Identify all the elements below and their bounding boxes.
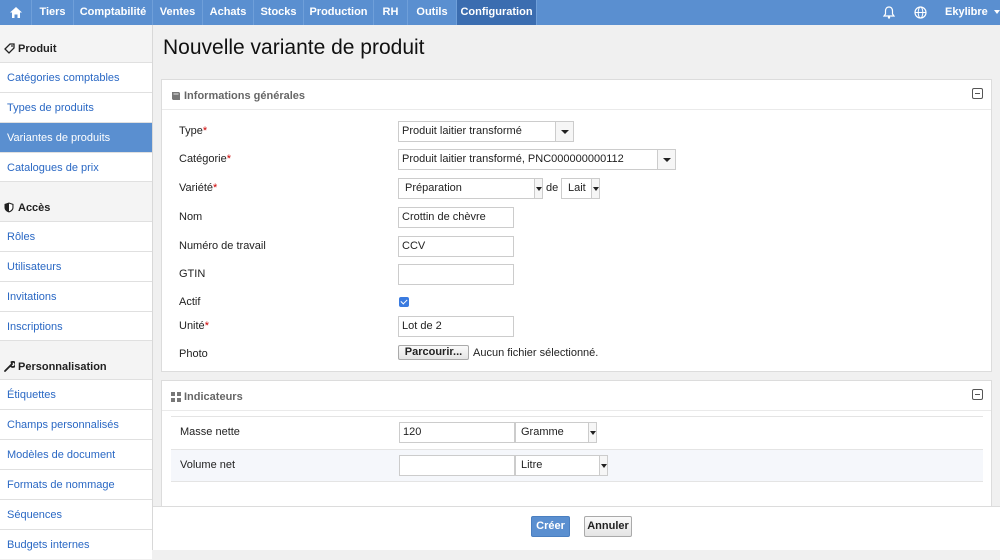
sidebar-item-champs-personnalises[interactable]: Champs personnalisés (0, 409, 152, 439)
home-icon[interactable] (0, 0, 32, 25)
photo-label: Photo (179, 348, 208, 360)
sidebar-section-title: Personnalisation (18, 361, 107, 373)
general-info-panel: Informations générales Type* Produit lai… (161, 79, 992, 372)
unit-select-value: Litre (521, 459, 543, 471)
active-checkbox[interactable] (399, 297, 409, 307)
type-select[interactable]: Produit laitier transformé (398, 121, 574, 142)
variety-of-label: de (546, 182, 559, 194)
net-volume-input[interactable] (399, 455, 515, 476)
panel-title: Indicateurs (184, 391, 243, 403)
user-menu[interactable]: Ekylibre (945, 0, 1000, 25)
book-icon (171, 91, 181, 104)
tag-icon (4, 43, 15, 54)
chevron-down-icon (599, 456, 607, 475)
sidebar-section-title: Produit (18, 43, 57, 55)
browse-button[interactable]: Parcourir... (398, 345, 469, 360)
type-label: Type* (179, 125, 208, 137)
create-button[interactable]: Créer (531, 516, 570, 537)
collapse-icon[interactable] (972, 389, 983, 400)
category-label: Catégorie* (179, 153, 231, 165)
sidebar-section-title: Accès (18, 202, 51, 214)
variety-select-value: Préparation (405, 182, 462, 194)
variety-label: Variété* (179, 182, 218, 194)
sidebar-item-inscriptions[interactable]: Inscriptions (0, 311, 152, 341)
derivative-select-value: Lait (568, 182, 586, 194)
cancel-button[interactable]: Annuler (584, 516, 632, 537)
sidebar-item-types-de-produits[interactable]: Types de produits (0, 92, 152, 122)
sidebar-item-roles[interactable]: Rôles (0, 221, 152, 251)
derivative-select[interactable]: Lait (561, 178, 600, 199)
variety-select[interactable]: Préparation (398, 178, 543, 199)
sidebar-item-etiquettes[interactable]: Étiquettes (0, 379, 152, 409)
indicator-label: Masse nette (180, 426, 240, 438)
work-number-label: Numéro de travail (179, 240, 266, 252)
sidebar-item-variantes-de-produits[interactable]: Variantes de produits (0, 122, 152, 152)
chevron-down-icon (993, 10, 1000, 15)
sidebar-item-modeles-de-document[interactable]: Modèles de document (0, 439, 152, 469)
main-content: Nouvelle variante de produit Information… (153, 25, 1000, 550)
gtin-input[interactable] (398, 264, 514, 285)
nav-outils[interactable]: Outils (408, 0, 457, 25)
chevron-down-icon (534, 179, 542, 198)
type-select-value: Produit laitier transformé (402, 125, 522, 137)
sidebar-item-budgets-internes[interactable]: Budgets internes (0, 529, 152, 559)
grid-icon (171, 392, 181, 405)
collapse-icon[interactable] (972, 88, 983, 99)
wrench-icon (4, 360, 17, 372)
indicators-panel: Indicateurs Masse nette 120 Gramme Volum… (161, 380, 992, 507)
sidebar: Produit Catégories comptables Types de p… (0, 25, 153, 559)
nav-tiers[interactable]: Tiers (32, 0, 74, 25)
sidebar-section-personnalisation: Personnalisation (0, 360, 152, 373)
name-input[interactable]: Crottin de chèvre (398, 207, 514, 228)
nav-achats[interactable]: Achats (203, 0, 254, 25)
nav-configuration[interactable]: Configuration (457, 0, 537, 25)
nav-comptabilite[interactable]: Comptabilité (74, 0, 153, 25)
page-title: Nouvelle variante de produit (163, 36, 425, 59)
sidebar-item-categories-comptables[interactable]: Catégories comptables (0, 62, 152, 92)
sidebar-item-utilisateurs[interactable]: Utilisateurs (0, 251, 152, 281)
sidebar-section-acces: Accès (0, 202, 152, 214)
form-actions (153, 506, 1000, 550)
required-mark: * (202, 125, 208, 137)
net-mass-unit-select[interactable]: Gramme (515, 422, 597, 443)
nav-stocks[interactable]: Stocks (254, 0, 304, 25)
sidebar-item-invitations[interactable]: Invitations (0, 281, 152, 311)
shield-icon (4, 202, 15, 213)
nav-ventes[interactable]: Ventes (153, 0, 203, 25)
gtin-label: GTIN (179, 268, 206, 280)
unit-select-value: Gramme (521, 426, 564, 438)
sidebar-section-produit: Produit (0, 43, 152, 55)
panel-header: Informations générales (162, 80, 991, 110)
active-label: Actif (179, 296, 201, 308)
bell-icon[interactable] (882, 0, 896, 25)
globe-icon[interactable] (914, 0, 927, 25)
chevron-down-icon (555, 122, 573, 141)
user-name: Ekylibre (945, 6, 988, 18)
work-number-input[interactable]: CCV (398, 236, 514, 257)
top-navbar: Tiers Comptabilité Ventes Achats Stocks … (0, 0, 1000, 25)
chevron-down-icon (657, 150, 675, 169)
no-file-text: Aucun fichier sélectionné. (473, 347, 599, 359)
unit-label: Unité* (179, 320, 209, 332)
category-select-value: Produit laitier transformé, PNC000000000… (402, 153, 624, 165)
chevron-down-icon (591, 179, 599, 198)
sidebar-item-catalogues-de-prix[interactable]: Catalogues de prix (0, 152, 152, 182)
sidebar-item-formats-de-nommage[interactable]: Formats de nommage (0, 469, 152, 499)
nav-rh[interactable]: RH (374, 0, 408, 25)
chevron-down-icon (588, 423, 596, 442)
name-label: Nom (179, 211, 203, 223)
unit-input[interactable]: Lot de 2 (398, 316, 514, 337)
net-mass-input[interactable]: 120 (399, 422, 515, 443)
nav-production[interactable]: Production (304, 0, 374, 25)
panel-header: Indicateurs (162, 381, 991, 411)
net-volume-unit-select[interactable]: Litre (515, 455, 608, 476)
panel-title: Informations générales (184, 90, 306, 102)
indicator-label: Volume net (180, 459, 236, 471)
sidebar-item-sequences[interactable]: Séquences (0, 499, 152, 529)
category-select[interactable]: Produit laitier transformé, PNC000000000… (398, 149, 676, 170)
